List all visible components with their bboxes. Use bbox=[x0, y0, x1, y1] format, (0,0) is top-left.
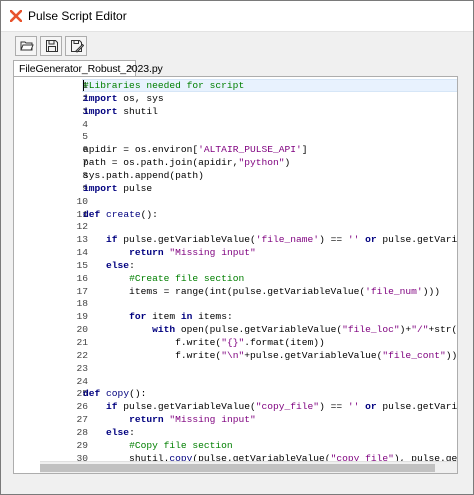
toolbar bbox=[1, 32, 473, 60]
line-code: return "Missing input" bbox=[129, 247, 256, 259]
line-number: 14 bbox=[76, 247, 88, 259]
line-code: #Create file section bbox=[129, 272, 245, 284]
code-line[interactable]: 22 f.write("\n"+pulse.getVariableValue("… bbox=[14, 349, 458, 362]
line-number: 13 bbox=[76, 234, 88, 246]
tab-bar: FileGenerator_Robust_2023.py × bbox=[1, 60, 473, 77]
text-cursor bbox=[83, 80, 84, 91]
line-number: 16 bbox=[76, 272, 88, 284]
code-line[interactable]: 28 else: bbox=[14, 426, 457, 439]
save-button[interactable] bbox=[40, 36, 62, 56]
code-line[interactable]: 17 items = range(int(pulse.getVariableVa… bbox=[14, 285, 457, 298]
code-line[interactable]: 21 f.write("{}".format(item)) bbox=[14, 336, 457, 349]
line-number: 25 bbox=[76, 388, 88, 400]
code-line[interactable]: 19 for item in items: bbox=[14, 310, 457, 323]
line-number: 18 bbox=[76, 298, 88, 310]
code-line[interactable]: 27 return "Missing input" bbox=[14, 413, 457, 426]
line-code: sys.path.append(path) bbox=[83, 169, 204, 181]
line-number: 12 bbox=[76, 221, 88, 233]
line-number: 4 bbox=[82, 118, 88, 130]
code-line[interactable]: 9 import pulse bbox=[14, 182, 457, 195]
line-number: 1 bbox=[82, 80, 88, 91]
tab-close-icon[interactable]: × bbox=[128, 63, 133, 73]
code-line[interactable]: 20 with open(pulse.getVariableValue("fil… bbox=[14, 323, 458, 336]
code-line[interactable]: 7 path = os.path.join(apidir,"python") bbox=[14, 156, 457, 169]
line-code: #Copy file section bbox=[129, 439, 233, 451]
code-line[interactable]: 13 if pulse.getVariableValue('file_name'… bbox=[14, 233, 458, 246]
line-number: 21 bbox=[76, 337, 88, 348]
altair-logo-icon bbox=[10, 10, 22, 22]
line-number: 6 bbox=[82, 144, 88, 156]
line-code: import os, sys bbox=[83, 92, 164, 104]
code-editor[interactable]: 1 #Libraries needed for script 2 import os,… bbox=[13, 76, 458, 474]
line-code: with open(pulse.getVariableValue("file_l… bbox=[152, 324, 458, 336]
code-line[interactable]: 11 def create(): bbox=[14, 208, 457, 221]
line-code: import shutil bbox=[83, 105, 158, 117]
code-line[interactable]: 6 apidir = os.environ['ALTAIR_PULSE_API'] bbox=[14, 143, 457, 156]
line-number: 9 bbox=[82, 182, 88, 194]
line-number: 29 bbox=[76, 439, 88, 451]
code-line[interactable]: 5 bbox=[14, 130, 457, 143]
scrollbar-thumb[interactable] bbox=[40, 464, 435, 472]
code-line[interactable]: 18 bbox=[14, 297, 457, 310]
line-code: f.write("\n"+pulse.getVariableValue("fil… bbox=[83, 349, 458, 361]
open-file-button[interactable] bbox=[15, 36, 37, 56]
script-editor-window: Pulse Script Editor FileGenerator_Robust… bbox=[0, 0, 474, 495]
code-line[interactable]: 10 bbox=[14, 195, 457, 208]
line-number: 27 bbox=[76, 414, 88, 426]
line-number: 3 bbox=[82, 105, 88, 117]
code-line[interactable]: 23 bbox=[14, 362, 457, 375]
code-line[interactable]: 8 sys.path.append(path) bbox=[14, 169, 457, 182]
floppy-disk-icon bbox=[46, 40, 58, 52]
folder-open-icon bbox=[20, 41, 34, 51]
line-code: else: bbox=[106, 259, 135, 271]
code-line[interactable]: 16 #Create file section bbox=[14, 272, 457, 285]
code-line[interactable]: 29 #Copy file section bbox=[14, 439, 457, 452]
window-title: Pulse Script Editor bbox=[28, 9, 127, 23]
line-number: 23 bbox=[76, 362, 88, 374]
code-line[interactable]: 24 bbox=[14, 375, 457, 388]
line-number: 20 bbox=[76, 324, 88, 336]
line-number: 7 bbox=[82, 157, 88, 169]
line-code: for item in items: bbox=[129, 311, 233, 323]
line-code: else: bbox=[106, 426, 135, 438]
line-number: 24 bbox=[76, 375, 88, 387]
line-code: if pulse.getVariableValue('file_name') =… bbox=[106, 234, 458, 246]
save-as-icon bbox=[71, 40, 84, 53]
line-code: def copy(): bbox=[83, 388, 147, 400]
line-code: #Libraries needed for script bbox=[83, 80, 245, 91]
line-number: 15 bbox=[76, 259, 88, 271]
line-code: f.write("{}".format(item)) bbox=[83, 337, 325, 348]
line-code: import pulse bbox=[83, 182, 153, 194]
tab-filegenerator[interactable]: FileGenerator_Robust_2023.py × bbox=[13, 60, 163, 77]
code-line[interactable]: 12 bbox=[14, 220, 457, 233]
code-line[interactable]: 2 import os, sys bbox=[14, 92, 457, 105]
line-number: 10 bbox=[76, 195, 88, 207]
line-number: 2 bbox=[82, 92, 88, 104]
line-code: return "Missing input" bbox=[129, 414, 256, 426]
code-line[interactable]: 26 if pulse.getVariableValue("copy_file"… bbox=[14, 400, 458, 413]
line-code: apidir = os.environ['ALTAIR_PULSE_API'] bbox=[83, 144, 308, 156]
line-code: path = os.path.join(apidir,"python") bbox=[83, 157, 291, 169]
line-number: 19 bbox=[76, 311, 88, 323]
line-code: def create(): bbox=[83, 208, 158, 220]
code-line[interactable]: 25 def copy(): bbox=[14, 387, 457, 400]
code-line[interactable]: 3 import shutil bbox=[14, 105, 457, 118]
line-number: 22 bbox=[76, 349, 88, 361]
line-number: 11 bbox=[76, 208, 88, 220]
line-number: 17 bbox=[76, 285, 88, 297]
line-code: if pulse.getVariableValue("copy_file") =… bbox=[106, 401, 458, 413]
title-bar: Pulse Script Editor bbox=[1, 1, 473, 32]
line-number: 28 bbox=[76, 426, 88, 438]
line-number: 8 bbox=[82, 169, 88, 181]
line-code: items = range(int(pulse.getVariableValue… bbox=[83, 285, 440, 297]
horizontal-scrollbar[interactable] bbox=[40, 461, 457, 473]
line-number: 26 bbox=[76, 401, 88, 413]
line-number: 5 bbox=[82, 131, 88, 143]
save-as-button[interactable] bbox=[65, 36, 87, 56]
code-line[interactable]: 14 return "Missing input" bbox=[14, 246, 457, 259]
tab-label: FileGenerator_Robust_2023.py bbox=[19, 63, 163, 75]
code-line[interactable]: 1 #Libraries needed for script bbox=[14, 79, 457, 92]
code-line[interactable]: 4 bbox=[14, 118, 457, 131]
code-line[interactable]: 15 else: bbox=[14, 259, 457, 272]
